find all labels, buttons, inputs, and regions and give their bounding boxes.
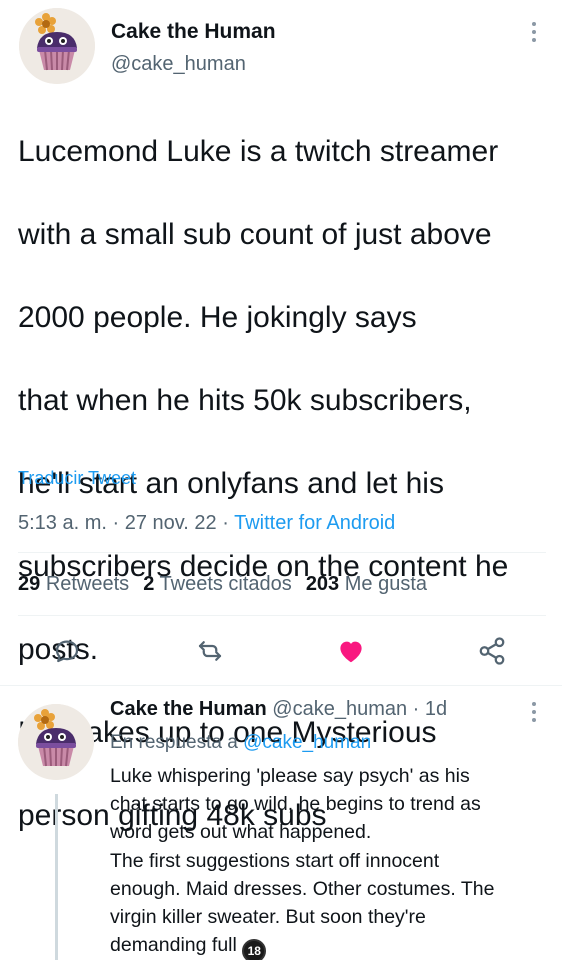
tweet-stats: 29 Retweets 2 Tweets citados 203 Me gusta — [18, 573, 427, 596]
mention-link[interactable]: @cake_human — [243, 732, 371, 753]
replying-to: En respuesta a @cake_human — [110, 732, 371, 754]
retweet-icon[interactable] — [190, 631, 230, 671]
reply-text-line: demanding full 18 — [110, 931, 550, 960]
thread-line — [55, 794, 58, 960]
likes-stat[interactable]: 203 Me gusta — [306, 573, 427, 595]
separator: · — [112, 512, 120, 534]
heart-filled-icon[interactable] — [331, 631, 371, 671]
reply-text-line-final: demanding full — [110, 934, 237, 957]
author-name[interactable]: Cake the Human — [111, 20, 276, 44]
author-name[interactable]: Cake the Human — [110, 698, 267, 720]
reply-text-line: enough. Maid dresses. Other costumes. Th… — [110, 877, 495, 900]
avatar[interactable] — [19, 8, 95, 84]
tweet-text-line: Lucemond Luke is a twitch streamer — [18, 134, 499, 168]
divider — [18, 615, 546, 616]
author-handle[interactable]: @cake_human — [111, 53, 246, 76]
separator: · — [412, 698, 420, 720]
reply-text: Luke whispering 'please say psych' as hi… — [110, 762, 550, 960]
avatar[interactable] — [18, 704, 94, 780]
translate-tweet-link[interactable]: Traducir Tweet — [18, 468, 136, 489]
quotes-stat[interactable]: 2 Tweets citados — [143, 573, 292, 595]
replying-prefix: En respuesta a — [110, 732, 238, 753]
retweets-stat[interactable]: 29 Retweets — [18, 573, 129, 595]
author-handle[interactable]: @cake_human — [272, 698, 407, 720]
more-options-icon[interactable] — [522, 20, 546, 44]
tweet-timestamp: 5:13 a. m. · 27 nov. 22 · Twitter for An… — [18, 512, 395, 535]
tweet-text-line: posts. — [18, 632, 99, 666]
tweet-time[interactable]: 5:13 a. m. — [18, 512, 107, 534]
tweet-text-line: with a small sub count of just above — [18, 217, 492, 251]
reply-text-line: Luke whispering 'please say psych' as hi… — [110, 765, 470, 787]
tweet-text-line: that when he hits 50k subscribers, — [18, 383, 472, 417]
source-app-link[interactable]: Twitter for Android — [234, 512, 395, 534]
reply-text-line: chat starts to go wild, he begins to tre… — [110, 793, 481, 816]
reply-text-line: virgin killer sweater. But soon they're — [110, 906, 426, 929]
tweet-text-line: 2000 people. He jokingly says — [18, 300, 417, 334]
comment-icon[interactable] — [47, 631, 87, 671]
reply-header: Cake the Human @cake_human · 1d — [110, 698, 447, 721]
tweet-date[interactable]: 27 nov. 22 — [125, 512, 217, 534]
separator: · — [222, 512, 229, 534]
share-icon[interactable] — [472, 631, 512, 671]
more-options-icon[interactable] — [522, 700, 546, 724]
reply-tweet[interactable]: Cake the Human @cake_human · 1d En respu… — [0, 686, 562, 960]
reply-text-line: The first suggestions start off innocent — [110, 849, 440, 872]
divider — [18, 552, 546, 553]
reply-age[interactable]: 1d — [425, 698, 447, 720]
reply-text-line: word gets out what happened. — [110, 821, 372, 844]
no-under-eighteen-emoji: 18 — [242, 939, 267, 960]
